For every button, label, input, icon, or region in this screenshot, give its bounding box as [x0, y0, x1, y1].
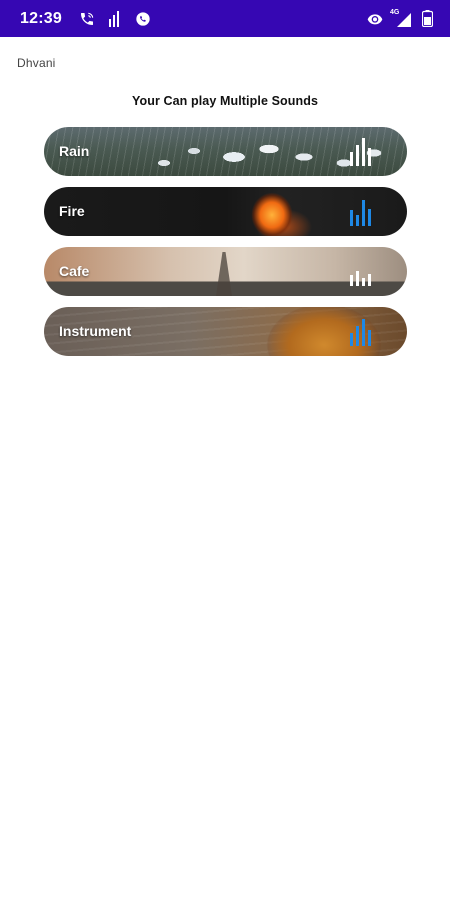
sound-card-cafe[interactable]: Cafe: [44, 247, 407, 296]
equalizer-icon[interactable]: [349, 198, 375, 226]
eye-icon: [366, 10, 384, 28]
whatsapp-icon: [134, 10, 152, 28]
battery-icon: [418, 10, 436, 28]
equalizer-icon[interactable]: [349, 318, 375, 346]
network-4g-icon: 4G: [390, 9, 412, 28]
equalizer-icon[interactable]: [349, 258, 375, 286]
page-subtitle: Your Can play Multiple Sounds: [131, 94, 318, 108]
status-time: 12:39: [20, 9, 62, 27]
sound-label-rain: Rain: [59, 143, 90, 159]
app-title: Dhvani: [17, 56, 56, 70]
sound-label-cafe: Cafe: [59, 263, 90, 279]
status-left-icons: [78, 10, 152, 28]
sound-card-fire[interactable]: Fire: [44, 187, 407, 236]
phone-wifi-icon: [78, 10, 96, 28]
status-bar: 12:39 4G: [0, 0, 450, 37]
signal-bars-icon: [106, 10, 124, 28]
equalizer-icon[interactable]: [349, 138, 375, 166]
sound-card-instrument[interactable]: Instrument: [44, 307, 407, 356]
eiffel-tower-image: [216, 247, 232, 296]
status-right-icons: 4G: [366, 9, 436, 28]
sound-label-fire: Fire: [59, 203, 85, 219]
sound-card-rain[interactable]: Rain: [44, 127, 407, 176]
sound-label-instrument: Instrument: [59, 323, 132, 339]
